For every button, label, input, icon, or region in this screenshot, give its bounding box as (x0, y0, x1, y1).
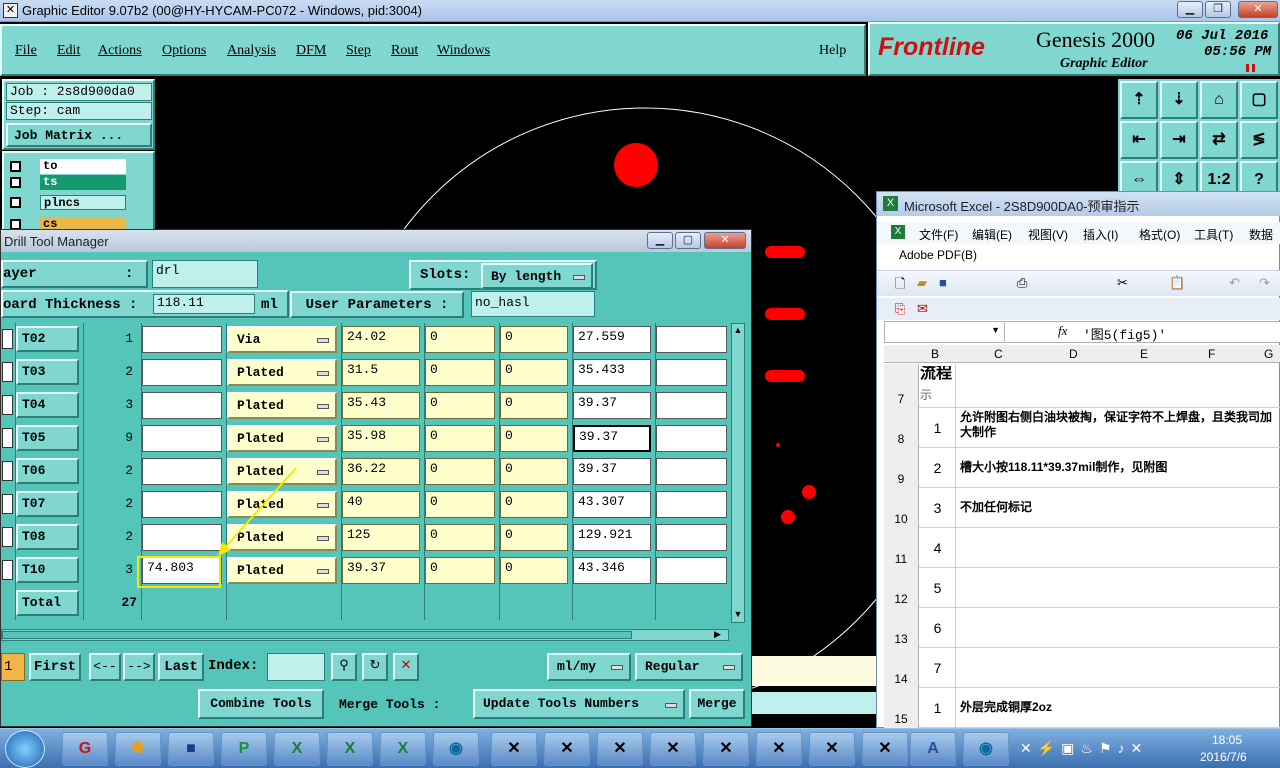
clock-date[interactable]: 2016/7/6 (1200, 750, 1247, 764)
x-window-taskbar-6[interactable]: ✕ (756, 732, 802, 766)
tray-icons[interactable]: ✕⚡▣♨⚑♪✕ (1020, 740, 1148, 757)
x-window-taskbar-5[interactable]: ✕ (703, 732, 749, 766)
x-window-taskbar-1[interactable]: ✕ (491, 732, 537, 766)
fp-taskbar-icon[interactable]: P (221, 732, 267, 766)
doc-taskbar-icon[interactable]: A (910, 732, 956, 766)
annotation-arrow (137, 467, 297, 588)
shell-taskbar-icon[interactable]: ✺ (115, 732, 161, 766)
x-window-taskbar-3[interactable]: ✕ (597, 732, 643, 766)
x-window-taskbar-2[interactable]: ✕ (544, 732, 590, 766)
x-window-taskbar-4[interactable]: ✕ (650, 732, 696, 766)
x-window-taskbar-7[interactable]: ✕ (809, 732, 855, 766)
excel-taskbar-icon-1[interactable]: X (274, 732, 320, 766)
clock-time[interactable]: 18:05 (1212, 733, 1242, 747)
eye-taskbar-icon-2[interactable]: ◉ (963, 732, 1009, 766)
excel-taskbar-icon-3[interactable]: X (380, 732, 426, 766)
x-window-taskbar-8[interactable]: ✕ (862, 732, 908, 766)
taskbar: G ✺ ■ P X X X ◉ ✕ ✕ ✕ ✕ ✕ ✕ ✕ ✕ A ◉ ✕⚡▣♨… (0, 728, 1280, 768)
genesis-taskbar-icon[interactable]: G (62, 732, 108, 766)
start-button[interactable] (5, 730, 45, 768)
eye-taskbar-icon[interactable]: ◉ (433, 732, 479, 766)
excel-taskbar-icon-2[interactable]: X (327, 732, 373, 766)
save-taskbar-icon[interactable]: ■ (168, 732, 214, 766)
